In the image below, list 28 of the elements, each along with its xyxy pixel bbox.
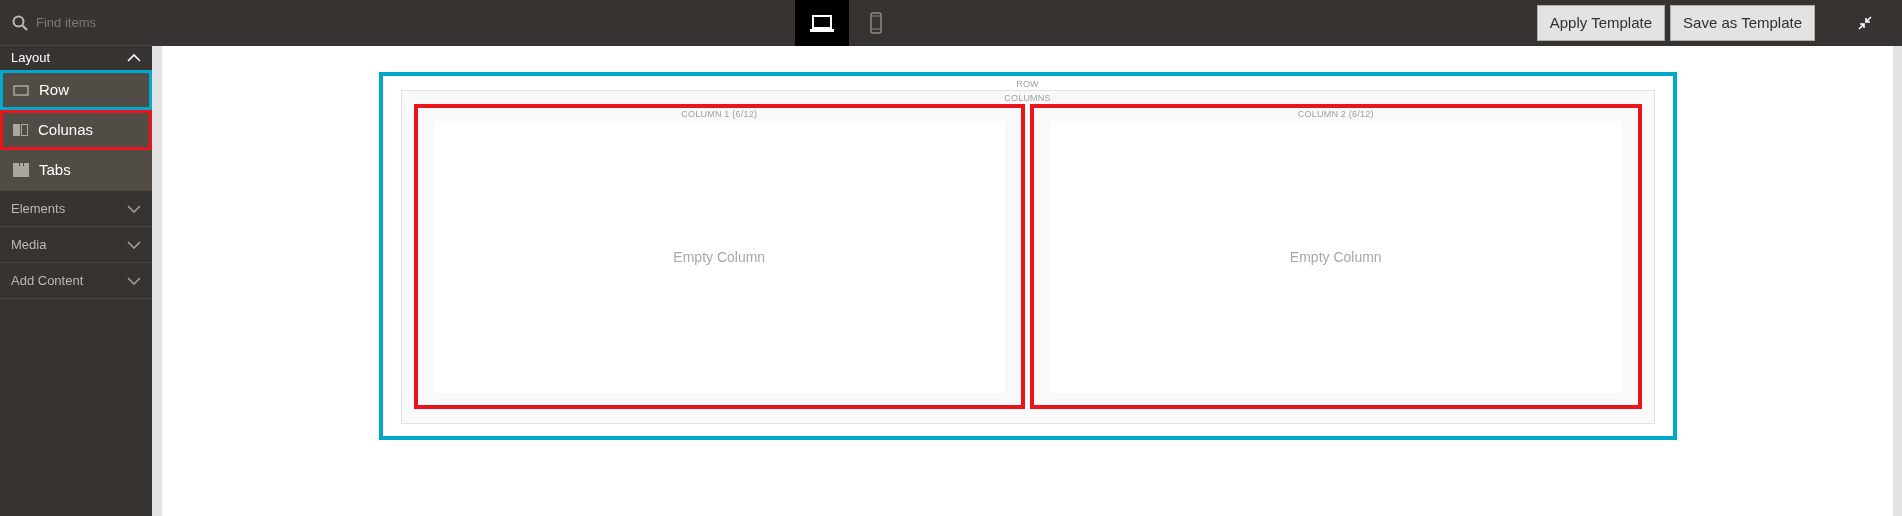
laptop-icon [810,14,835,32]
columns-label: COLUMNS [1004,92,1051,104]
section-header[interactable]: Media [0,227,152,262]
template-button[interactable]: Apply Template [1536,5,1666,41]
column-label: COLUMN 2 (6/12) [1297,108,1374,121]
tabs-icon [13,163,29,177]
row-icon [13,84,29,96]
phone-icon [870,12,883,34]
template-button[interactable]: Save as Template [1670,5,1815,41]
section-header[interactable]: Layout [0,46,152,70]
sidebar-item[interactable]: Colunas [0,110,152,150]
sidebar-item[interactable]: Tabs [0,150,152,190]
columns-icon [13,124,28,136]
search-field[interactable]: Find items [36,12,136,33]
chevron-down-icon [127,204,141,213]
search-icon [12,14,28,31]
empty-column-text: Empty Column [1289,247,1382,267]
section-header[interactable]: Add Content [0,263,152,298]
device-toggle[interactable] [795,0,850,46]
empty-column-text: Empty Column [673,247,766,267]
sidebar-item[interactable]: Row [0,70,152,110]
collapse-icon[interactable] [1858,16,1872,30]
chevron-down-icon [127,240,141,249]
row-label: ROW [1016,78,1039,90]
column-label: COLUMN 1 (6/12) [681,108,758,121]
chevron-up-icon [127,54,141,62]
section-header[interactable]: Elements [0,191,152,226]
chevron-down-icon [127,276,141,285]
